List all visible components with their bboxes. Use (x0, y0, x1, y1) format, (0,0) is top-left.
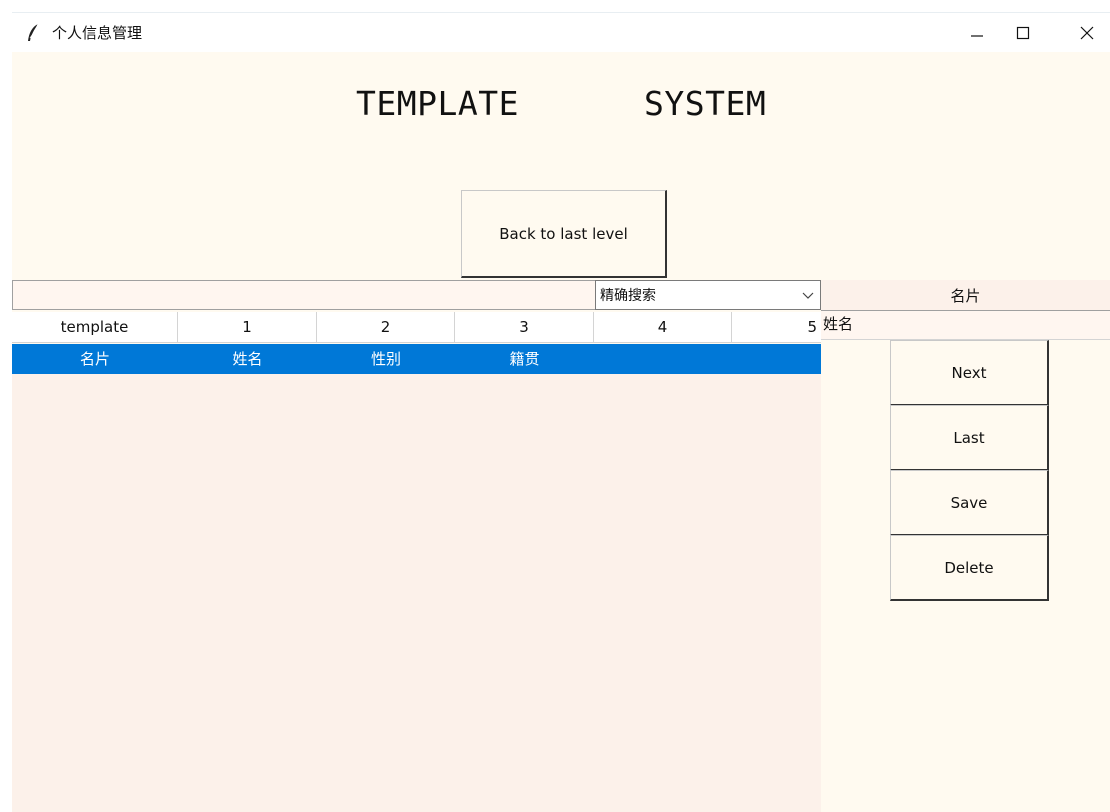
column-header[interactable]: 2 (317, 312, 455, 342)
table-cell (594, 344, 732, 372)
title-bar: 个人信息管理 (12, 12, 1110, 52)
table-body[interactable]: 名片 姓名 性别 籍贯 (12, 344, 821, 812)
system-title-right: SYSTEM (644, 84, 767, 123)
system-title-left: TEMPLATE (356, 84, 519, 123)
maximize-icon[interactable] (1000, 13, 1046, 53)
close-icon[interactable] (1064, 13, 1110, 53)
back-to-last-level-button[interactable]: Back to last level (461, 190, 667, 278)
search-mode-value: 精确搜索 (600, 288, 656, 304)
table-cell (732, 344, 821, 372)
table-cell: 姓名 (232, 349, 263, 368)
search-mode-select[interactable]: 精确搜索 (595, 280, 821, 310)
detail-panel: 名片 姓名 Next Last Save Delete (821, 280, 1110, 812)
name-field[interactable]: 姓名 (821, 310, 1110, 340)
window-title: 个人信息管理 (52, 24, 143, 42)
column-header[interactable]: 1 (178, 312, 317, 342)
last-button[interactable]: Last (890, 405, 1049, 471)
minimize-icon[interactable] (954, 13, 1000, 53)
table-cell: 籍贯 (509, 349, 540, 368)
save-button[interactable]: Save (890, 470, 1049, 536)
column-header[interactable]: 4 (594, 312, 732, 342)
table-header-row: template 1 2 3 4 5 (12, 312, 821, 343)
search-input[interactable] (12, 280, 595, 310)
table-row[interactable]: 名片 姓名 性别 籍贯 (12, 344, 821, 374)
chevron-down-icon[interactable] (802, 289, 814, 301)
column-header[interactable]: 3 (455, 312, 594, 342)
delete-button[interactable]: Delete (890, 535, 1049, 601)
card-label: 名片 (821, 280, 1110, 310)
table-cell: 性别 (370, 349, 401, 368)
column-header[interactable]: template (12, 312, 178, 342)
feather-icon (26, 23, 40, 43)
app-window: 个人信息管理 TEMPLATE SYSTEM Back to last leve… (12, 12, 1110, 812)
next-button[interactable]: Next (890, 340, 1049, 406)
column-header[interactable]: 5 (732, 312, 821, 342)
table-cell: 名片 (79, 349, 110, 368)
